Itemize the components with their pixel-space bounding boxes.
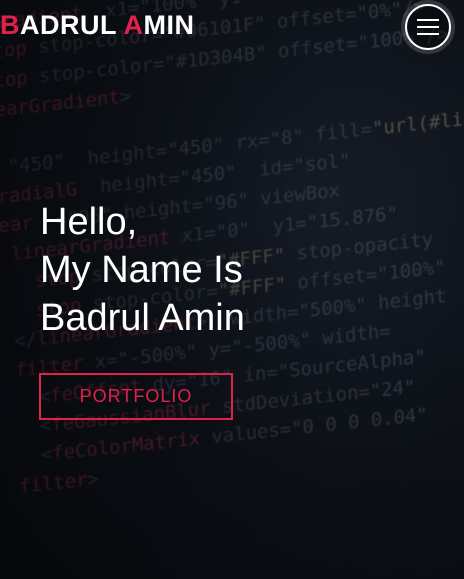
menu-toggle-button[interactable] [405, 4, 451, 50]
portfolio-button[interactable]: PORTFOLIO [39, 373, 233, 420]
hero-headline: Hello, My Name Is Badrul Amin [40, 198, 245, 342]
brand-text-adrul: ADRUL [20, 10, 124, 40]
brand-initial-b: B [0, 10, 20, 40]
brand-text-min: MIN [143, 10, 195, 40]
hero-intro: My Name Is [40, 249, 243, 291]
hamburger-icon [417, 19, 439, 35]
brand-initial-a: A [123, 10, 144, 40]
hero-greeting: Hello, [40, 201, 138, 243]
hero-section: height="450" viewBox= Gradient x1="100%"… [0, 0, 464, 579]
hero-name: Badrul Amin [40, 297, 245, 339]
site-logo[interactable]: BADRUL AMIN [0, 10, 195, 41]
